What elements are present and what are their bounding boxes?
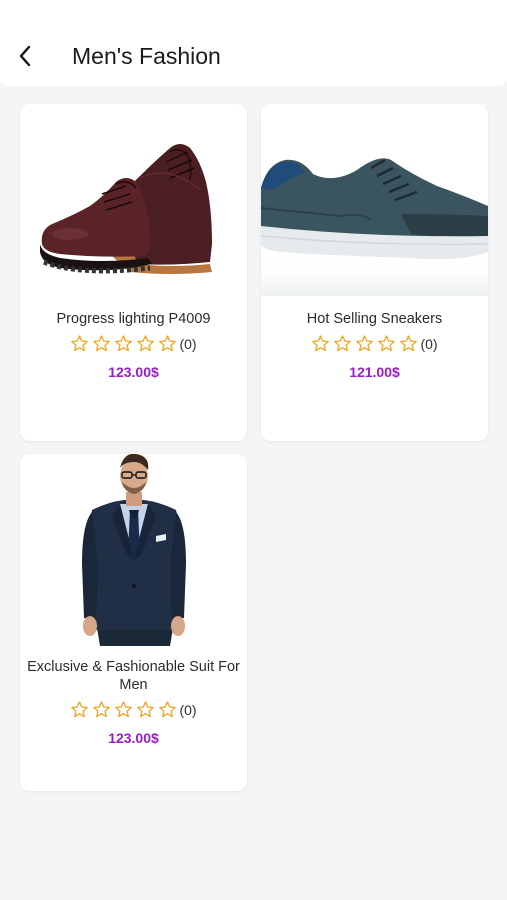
product-name: Progress lighting P4009 bbox=[56, 311, 211, 327]
star-outline-icon bbox=[71, 701, 89, 718]
suit-image bbox=[82, 454, 186, 646]
product-rating: (0) bbox=[20, 334, 247, 353]
star-outline-icon bbox=[93, 701, 111, 718]
rating-count: (0) bbox=[179, 701, 197, 718]
star-outline-icon bbox=[115, 335, 133, 352]
star-outline-icon bbox=[378, 335, 396, 352]
product-grid: Progress lighting P4009 (0) 123.00$ Hot … bbox=[0, 0, 507, 900]
product-name: Exclusive & Fashionable Suit For Men bbox=[27, 659, 240, 693]
star-outline-icon bbox=[356, 335, 374, 352]
star-outline-icon bbox=[312, 335, 330, 352]
star-outline-icon bbox=[137, 701, 155, 718]
product-image bbox=[20, 454, 247, 646]
sneaker-image bbox=[261, 158, 488, 296]
star-outline-icon bbox=[334, 335, 352, 352]
star-outline-icon bbox=[400, 335, 418, 352]
product-image bbox=[261, 104, 488, 296]
product-name: Hot Selling Sneakers bbox=[306, 311, 443, 327]
product-price: 123.00$ bbox=[108, 730, 159, 746]
product-price: 123.00$ bbox=[108, 364, 159, 380]
star-outline-icon bbox=[159, 335, 177, 352]
star-outline-icon bbox=[71, 335, 89, 352]
dress-shoes-image bbox=[40, 144, 212, 274]
product-rating: (0) bbox=[20, 700, 247, 719]
star-outline-icon bbox=[115, 701, 133, 718]
star-outline-icon bbox=[93, 335, 111, 352]
product-card[interactable]: Progress lighting P4009 (0) 123.00$ bbox=[20, 104, 247, 441]
product-card[interactable]: Hot Selling Sneakers (0) 121.00$ bbox=[261, 104, 488, 441]
product-price: 121.00$ bbox=[349, 364, 400, 380]
star-outline-icon bbox=[159, 701, 177, 718]
product-image bbox=[20, 104, 247, 296]
product-rating: (0) bbox=[261, 334, 488, 353]
rating-count: (0) bbox=[420, 335, 438, 352]
rating-count: (0) bbox=[179, 335, 197, 352]
product-card[interactable]: Exclusive & Fashionable Suit For Men (0)… bbox=[20, 454, 247, 791]
star-outline-icon bbox=[137, 335, 155, 352]
